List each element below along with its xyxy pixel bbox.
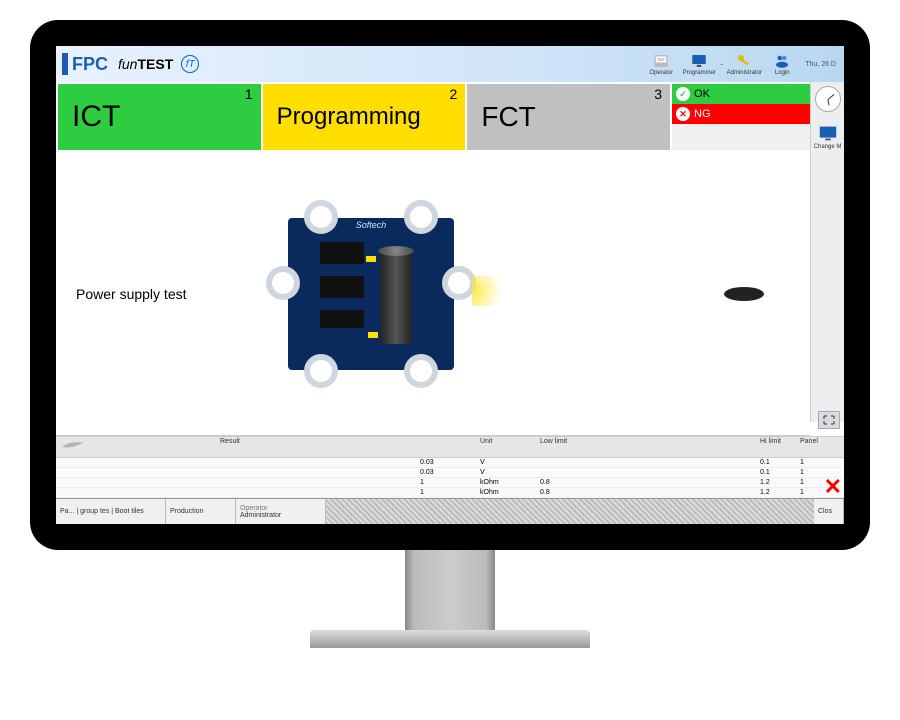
logo: FPC funTEST fT: [62, 53, 199, 75]
app-header: FPC funTEST fT TEST Operator Programmer …: [56, 46, 844, 82]
th-result[interactable]: Result: [220, 438, 420, 456]
preview-area: Power supply test Softech: [56, 152, 810, 436]
table-row[interactable]: 1kOhm0.81.21: [56, 488, 844, 498]
step-fct-num: 3: [654, 86, 662, 102]
svg-text:TEST: TEST: [657, 57, 665, 61]
footer-close-text: Clos: [818, 508, 839, 515]
clock-icon: [815, 86, 841, 112]
result-ok-label: OK: [694, 88, 710, 100]
step-programming-label: Programming: [277, 103, 421, 131]
expand-icon: [823, 415, 835, 425]
table-row[interactable]: 0.03V0.11: [56, 458, 844, 468]
logo-bar-icon: [62, 53, 68, 75]
check-icon: ✓: [676, 87, 690, 101]
result-ng-label: NG: [694, 108, 711, 120]
app-name-bold: TEST: [137, 56, 173, 72]
step-ict[interactable]: ICT 1: [58, 84, 261, 150]
monitor-small-icon: [817, 122, 839, 144]
table-row[interactable]: 0.03V0.11: [56, 468, 844, 478]
step-fct-label: FCT: [481, 101, 535, 133]
header-separator: -: [720, 59, 723, 69]
step-ict-num: 1: [245, 86, 253, 102]
th-panel[interactable]: Panel: [800, 438, 840, 456]
app-screen: FPC funTEST fT TEST Operator Programmer …: [56, 46, 844, 524]
pcb-image: Softech: [276, 206, 466, 382]
close-button[interactable]: ✕: [824, 474, 842, 500]
operator-label: Operator: [649, 70, 673, 76]
footer-close-label: Clos: [814, 499, 844, 524]
login-button[interactable]: Login: [764, 49, 800, 79]
administrator-button[interactable]: Administrator: [726, 49, 762, 79]
step-ict-label: ICT: [72, 100, 120, 134]
th-lowlimit[interactable]: Low limit: [540, 438, 640, 456]
footer-tabs-text: Pa... | group tes | Boot tiles: [60, 508, 161, 515]
monitor-stand-base: [310, 630, 590, 648]
step-fct[interactable]: FCT 3: [467, 84, 670, 150]
app-logo-icon: fT: [181, 55, 199, 73]
th-icon: [60, 438, 220, 456]
cross-icon: ✕: [676, 107, 690, 121]
monitor-stand-neck: [405, 550, 495, 630]
step-programming-num: 2: [450, 86, 458, 102]
status-footer: Pa... | group tes | Boot tiles Productio…: [56, 498, 844, 524]
change-mode-label: Change M: [814, 144, 842, 150]
key-icon: [735, 52, 753, 70]
th-sp: [640, 438, 760, 456]
footer-operator: Operator Administrator: [236, 499, 326, 524]
results-table: Result Unit Low limit Hi limit Panel 0.0…: [56, 436, 844, 498]
operator-button[interactable]: TEST Operator: [643, 49, 679, 79]
monitor-icon: [690, 52, 708, 70]
footer-op-value: Administrator: [240, 512, 321, 519]
step-programming[interactable]: Programming 2: [263, 84, 466, 150]
footer-prod-value: Production: [170, 508, 231, 515]
step-row: ICT 1 Programming 2 FCT 3 ✓ OK 223 ✕ NG: [56, 82, 844, 152]
app-name-prefix: fun: [118, 56, 137, 72]
footer-tabs[interactable]: Pa... | group tes | Boot tiles: [56, 499, 166, 524]
th-unit[interactable]: Unit: [480, 438, 540, 456]
programmer-button[interactable]: Programmer: [681, 49, 717, 79]
users-icon: [773, 52, 791, 70]
administrator-label: Administrator: [727, 70, 762, 76]
table-body: 0.03V0.110.03V0.111kOhm0.81.211kOhm0.81.…: [56, 458, 844, 498]
th-hilimit[interactable]: Hi limit: [760, 438, 800, 456]
logo-text: FPC: [72, 54, 108, 75]
monitor-frame: FPC funTEST fT TEST Operator Programmer …: [30, 20, 870, 550]
footer-production: Production: [166, 499, 236, 524]
wing-icon: [60, 438, 86, 456]
table-header: Result Unit Low limit Hi limit Panel: [56, 437, 844, 458]
component-sample-image: [724, 287, 764, 301]
login-label: Login: [775, 70, 790, 76]
footer-op-label: Operator: [240, 505, 321, 512]
th-val[interactable]: [420, 438, 480, 456]
footer-progress-bar: [326, 499, 814, 524]
right-side-strip: Change M: [810, 82, 844, 422]
date-text: Thu, 26 D: [805, 61, 836, 68]
badge-icon: TEST: [652, 52, 670, 70]
expand-button[interactable]: [818, 411, 840, 429]
current-test-label: Power supply test: [76, 286, 256, 302]
app-name: funTEST: [118, 56, 173, 72]
table-row[interactable]: 1kOhm0.81.21: [56, 478, 844, 488]
programmer-label: Programmer: [683, 70, 716, 76]
change-mode-button[interactable]: Change M: [814, 122, 842, 150]
